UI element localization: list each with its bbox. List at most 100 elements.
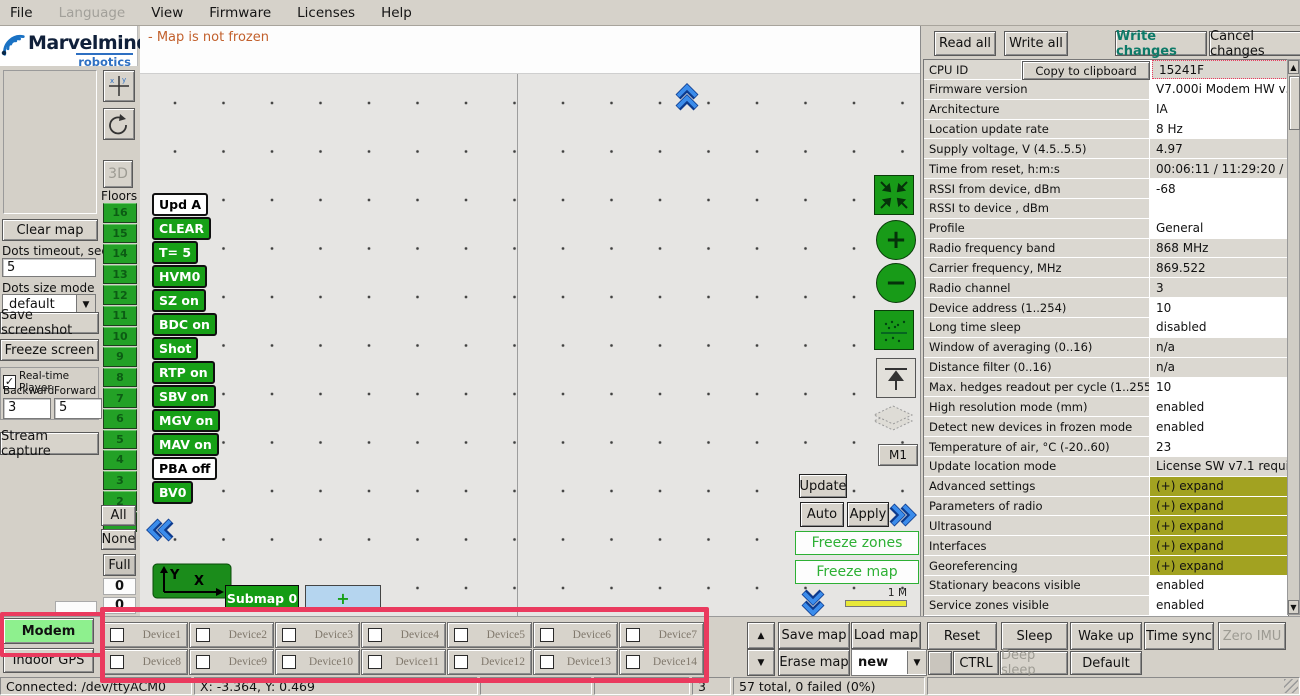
deep-sleep-button[interactable]: Deep sleep bbox=[1000, 651, 1068, 675]
pan-down-icon[interactable] bbox=[798, 588, 828, 618]
ctrl-indicator-box[interactable] bbox=[928, 651, 952, 675]
map-select[interactable]: new ▼ bbox=[851, 649, 927, 676]
menu-firmware[interactable]: Firmware bbox=[209, 5, 271, 21]
param-expand-cell[interactable]: (+) expand bbox=[1150, 536, 1288, 555]
device-button-device6[interactable]: Device6 bbox=[533, 622, 618, 648]
forward-input[interactable]: 5 bbox=[54, 398, 102, 419]
indoor-gps-button[interactable]: Indoor GPS bbox=[3, 648, 94, 673]
write-changes-button[interactable]: Write changes bbox=[1115, 31, 1207, 56]
scrollbar-thumb[interactable] bbox=[1289, 76, 1300, 130]
time-sync-button[interactable]: Time sync bbox=[1144, 622, 1214, 650]
resize-grip[interactable] bbox=[1284, 679, 1298, 693]
floor-button-13[interactable]: 13 bbox=[103, 265, 137, 285]
param-value[interactable]: 3 bbox=[1150, 278, 1288, 297]
param-value[interactable]: License SW v7.1 requir bbox=[1150, 457, 1288, 476]
floor-button-10[interactable]: 10 bbox=[103, 327, 137, 347]
update-button[interactable]: Update bbox=[799, 474, 847, 498]
device-checkbox[interactable] bbox=[368, 655, 382, 669]
map-action-bdc-on[interactable]: BDC on bbox=[152, 313, 217, 336]
floor-button-9[interactable]: 9 bbox=[103, 347, 137, 367]
map-action-clear[interactable]: CLEAR bbox=[152, 217, 211, 240]
show-dots-icon[interactable] bbox=[874, 310, 914, 350]
axis-view-button[interactable]: x y bbox=[103, 70, 135, 102]
device-checkbox[interactable] bbox=[540, 628, 554, 642]
freeze-zones-button[interactable]: Freeze zones bbox=[795, 531, 919, 555]
floors-full-button[interactable]: Full bbox=[103, 554, 136, 576]
map-action-rtp-on[interactable]: RTP on bbox=[152, 361, 215, 384]
map-action-hvm0[interactable]: HVM0 bbox=[152, 265, 207, 288]
stream-capture-button[interactable]: Stream capture bbox=[0, 432, 99, 455]
device-checkbox[interactable] bbox=[540, 655, 554, 669]
device-checkbox[interactable] bbox=[626, 655, 640, 669]
map-action-mav-on[interactable]: MAV on bbox=[152, 433, 219, 456]
floor-button-14[interactable]: 14 bbox=[103, 244, 137, 264]
load-map-button[interactable]: Load map bbox=[851, 622, 921, 649]
device-button-device1[interactable]: Device1 bbox=[103, 622, 188, 648]
wake-up-button[interactable]: Wake up bbox=[1070, 622, 1142, 650]
param-value[interactable]: enabled bbox=[1150, 576, 1288, 595]
map-action-upd-a[interactable]: Upd A bbox=[152, 193, 208, 216]
reset-button[interactable]: Reset bbox=[927, 622, 997, 650]
device-checkbox[interactable] bbox=[110, 655, 124, 669]
menu-help[interactable]: Help bbox=[381, 5, 412, 21]
param-value[interactable]: 00:06:11 / 11:29:20 / 0 bbox=[1150, 159, 1288, 178]
device-button-device2[interactable]: Device2 bbox=[189, 622, 274, 648]
tab-submap-0[interactable]: Submap 0 bbox=[225, 585, 299, 612]
floor-button-8[interactable]: 8 bbox=[103, 368, 137, 388]
param-value[interactable]: enabled bbox=[1150, 596, 1288, 615]
device-button-device14[interactable]: Device14 bbox=[619, 649, 704, 675]
zoom-out-icon[interactable]: − bbox=[876, 263, 916, 303]
floor-button-4[interactable]: 4 bbox=[103, 450, 137, 470]
write-all-button[interactable]: Write all bbox=[1004, 31, 1068, 56]
zero-imu-button[interactable]: Zero IMU bbox=[1218, 622, 1286, 650]
erase-map-button[interactable]: Erase map bbox=[778, 649, 850, 676]
map-action-shot[interactable]: Shot bbox=[152, 337, 198, 360]
device-button-device4[interactable]: Device4 bbox=[361, 622, 446, 648]
save-screenshot-button[interactable]: Save screenshot bbox=[0, 312, 99, 334]
param-expand-cell[interactable]: (+) expand bbox=[1150, 516, 1288, 535]
map-action-sbv-on[interactable]: SBV on bbox=[152, 385, 216, 408]
modem-button[interactable]: Modem bbox=[3, 618, 94, 644]
param-value[interactable]: enabled bbox=[1150, 397, 1288, 416]
floor-button-6[interactable]: 6 bbox=[103, 409, 137, 429]
device-checkbox[interactable] bbox=[454, 655, 468, 669]
sleep-button[interactable]: Sleep bbox=[1001, 622, 1068, 650]
floor-button-12[interactable]: 12 bbox=[103, 285, 137, 305]
param-expand-cell[interactable]: (+) expand bbox=[1150, 477, 1288, 496]
param-value[interactable] bbox=[1150, 199, 1288, 218]
map-action-pba-off[interactable]: PBA off bbox=[152, 457, 217, 480]
device-button-device5[interactable]: Device5 bbox=[447, 622, 532, 648]
menu-language[interactable]: Language bbox=[59, 5, 126, 21]
param-expand-cell[interactable]: (+) expand bbox=[1150, 556, 1288, 575]
map-action-sz-on[interactable]: SZ on bbox=[152, 289, 206, 312]
param-expand-cell[interactable]: (+) expand bbox=[1150, 497, 1288, 516]
device-checkbox[interactable] bbox=[196, 655, 210, 669]
tab-add-submap[interactable]: + bbox=[305, 585, 381, 612]
pan-right-icon[interactable] bbox=[888, 500, 918, 530]
floor-button-3[interactable]: 3 bbox=[103, 471, 137, 491]
pan-up-icon[interactable] bbox=[672, 82, 702, 112]
layers-icon[interactable] bbox=[870, 402, 916, 442]
freeze-map-button[interactable]: Freeze map bbox=[795, 560, 919, 584]
map-action-mgv-on[interactable]: MGV on bbox=[152, 409, 220, 432]
backward-input[interactable]: 3 bbox=[3, 398, 51, 419]
cancel-changes-button[interactable]: Cancel changes bbox=[1209, 31, 1300, 56]
device-button-device8[interactable]: Device8 bbox=[103, 649, 188, 675]
device-checkbox[interactable] bbox=[368, 628, 382, 642]
apply-button[interactable]: Apply bbox=[847, 502, 889, 527]
ctrl-button[interactable]: CTRL bbox=[953, 651, 999, 675]
zoom-in-icon[interactable]: + bbox=[876, 220, 916, 260]
auto-button[interactable]: Auto bbox=[800, 502, 844, 527]
menu-view[interactable]: View bbox=[151, 5, 183, 21]
param-value[interactable]: 869.522 bbox=[1150, 258, 1288, 277]
device-checkbox[interactable] bbox=[196, 628, 210, 642]
device-checkbox[interactable] bbox=[454, 628, 468, 642]
clear-map-button[interactable]: Clear map bbox=[2, 219, 98, 241]
device-checkbox[interactable] bbox=[110, 628, 124, 642]
param-value[interactable]: 10 bbox=[1150, 378, 1288, 397]
floor-button-7[interactable]: 7 bbox=[103, 388, 137, 408]
read-all-button[interactable]: Read all bbox=[934, 31, 996, 56]
device-button-device13[interactable]: Device13 bbox=[533, 649, 618, 675]
device-button-device12[interactable]: Device12 bbox=[447, 649, 532, 675]
device-list-up-button[interactable]: ▲ bbox=[747, 622, 775, 649]
